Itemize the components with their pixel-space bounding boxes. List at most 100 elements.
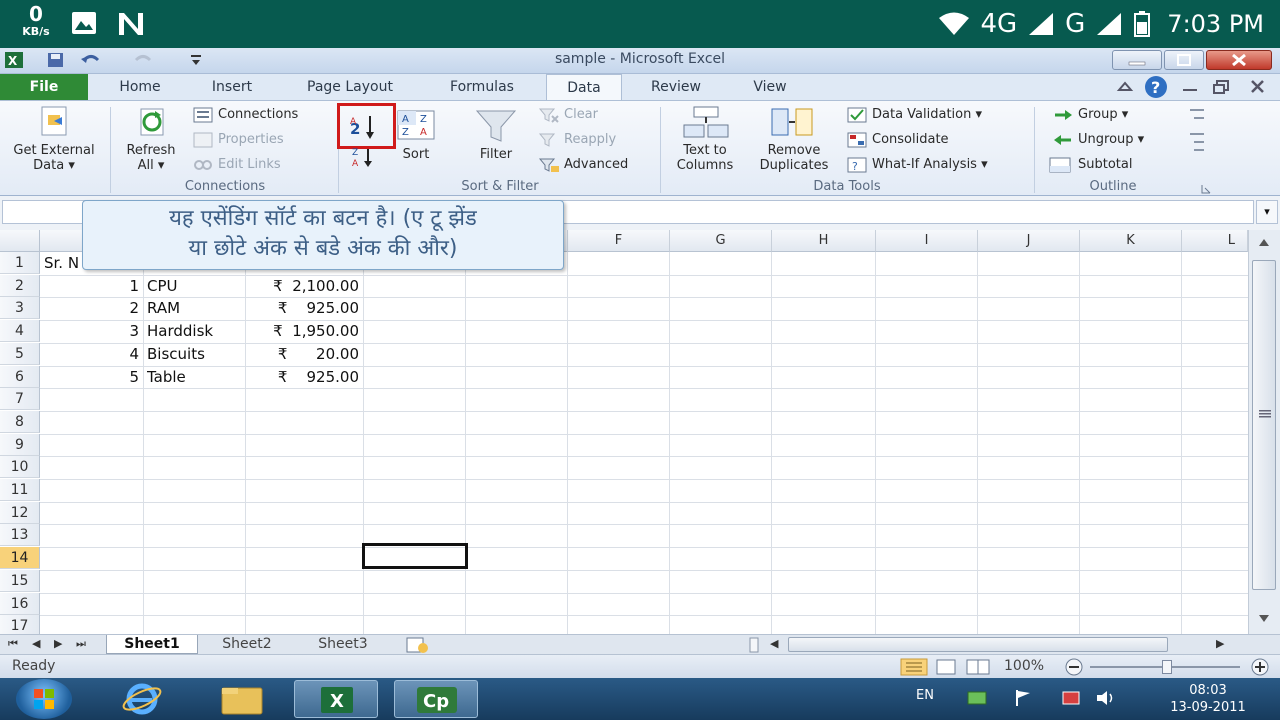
column-header-i[interactable]: I — [876, 230, 978, 252]
zoom-out-icon[interactable] — [1062, 657, 1086, 677]
vertical-scroll-thumb[interactable] — [1252, 260, 1276, 590]
advanced-button[interactable]: Advanced — [538, 155, 628, 175]
cell-price[interactable]: ₹ 1,950.00 — [246, 320, 363, 342]
collapse-ribbon-icon[interactable] — [1116, 78, 1134, 96]
row-header[interactable]: 11 — [0, 479, 40, 501]
tab-data[interactable]: Data — [546, 74, 622, 101]
cell-sr[interactable]: 4 — [40, 343, 143, 365]
refresh-all-button[interactable]: Refresh All ▾ — [116, 105, 186, 173]
outline-settings-icon[interactable] — [1184, 105, 1208, 175]
ungroup-button[interactable]: Ungroup ▾ — [1052, 130, 1144, 150]
tab-file[interactable]: File — [0, 74, 88, 100]
row-header[interactable]: 17 — [0, 615, 40, 634]
remove-duplicates-button[interactable]: Remove Duplicates — [750, 105, 838, 173]
filter-button[interactable]: Filter — [466, 107, 526, 162]
tab-home[interactable]: Home — [104, 74, 176, 100]
sort-ascending-button[interactable]: 2A — [337, 103, 396, 149]
doc-restore-icon[interactable] — [1212, 78, 1232, 96]
text-to-columns-button[interactable]: Text to Columns — [666, 105, 744, 173]
row-header[interactable]: 2 — [0, 274, 40, 297]
zoom-in-icon[interactable] — [1248, 657, 1272, 677]
zoom-slider-thumb[interactable] — [1162, 660, 1172, 674]
row-header[interactable]: 12 — [0, 501, 40, 524]
tab-review[interactable]: Review — [636, 74, 716, 100]
language-indicator[interactable]: EN — [916, 688, 934, 703]
row-header[interactable]: 4 — [0, 320, 40, 343]
cell-sr[interactable]: 5 — [40, 366, 143, 388]
select-all-corner[interactable] — [0, 230, 40, 252]
data-validation-button[interactable]: Data Validation ▾ — [846, 105, 982, 125]
cell-sr[interactable]: 1 — [40, 275, 143, 297]
column-header-f[interactable]: F — [568, 230, 670, 252]
cell-item[interactable]: CPU — [147, 275, 245, 297]
cell-price[interactable]: ₹ 2,100.00 — [246, 275, 363, 297]
page-layout-view-icon[interactable] — [932, 658, 960, 676]
row-header[interactable]: 1 — [0, 252, 40, 274]
horizontal-scroll-thumb[interactable] — [788, 637, 1168, 652]
cell-item[interactable]: Harddisk — [147, 320, 245, 342]
row-header[interactable]: 9 — [0, 433, 40, 456]
network-tray-icon[interactable] — [966, 688, 988, 708]
tab-page-layout[interactable]: Page Layout — [290, 74, 410, 100]
cell-price[interactable]: ₹ 925.00 — [246, 297, 363, 319]
cell-sr[interactable]: 3 — [40, 320, 143, 342]
close-button[interactable] — [1206, 50, 1272, 70]
row-header[interactable]: 15 — [0, 569, 40, 592]
scroll-left-icon[interactable]: ◀ — [770, 637, 778, 650]
taskbar-excel[interactable]: X — [294, 680, 378, 718]
connections-button[interactable]: Connections — [192, 105, 298, 125]
what-if-analysis-button[interactable]: ? What-If Analysis ▾ — [846, 155, 988, 175]
scroll-down-icon[interactable] — [1257, 612, 1271, 624]
tab-formulas[interactable]: Formulas — [430, 74, 534, 100]
row-header[interactable]: 3 — [0, 297, 40, 320]
help-icon[interactable]: ? — [1144, 75, 1168, 99]
normal-view-icon[interactable] — [900, 658, 928, 676]
device-tray-icon[interactable] — [1060, 688, 1082, 708]
edit-links-button[interactable]: Edit Links — [192, 155, 281, 175]
row-header[interactable]: 5 — [0, 342, 40, 365]
properties-button[interactable]: Properties — [192, 130, 284, 150]
column-header-h[interactable]: H — [772, 230, 876, 252]
column-header-g[interactable]: G — [670, 230, 772, 252]
cell-price[interactable]: ₹ 925.00 — [246, 366, 363, 388]
taskbar-clock[interactable]: 08:03 13-09-2011 — [1168, 682, 1248, 716]
cell-a1[interactable]: Sr. N — [44, 252, 84, 274]
scroll-right-icon[interactable]: ▶ — [1216, 637, 1224, 650]
action-center-flag-icon[interactable] — [1012, 688, 1034, 708]
restore-button[interactable] — [1164, 50, 1204, 70]
scroll-up-icon[interactable] — [1257, 236, 1271, 248]
tab-view[interactable]: View — [734, 74, 806, 100]
row-header[interactable]: 7 — [0, 388, 40, 411]
clear-button[interactable]: Clear — [538, 105, 598, 125]
page-break-view-icon[interactable] — [964, 658, 992, 676]
first-sheet-icon[interactable]: ⏮ — [8, 637, 18, 651]
group-button[interactable]: Group ▾ — [1052, 105, 1128, 125]
active-cell-d14[interactable] — [362, 543, 468, 569]
next-sheet-icon[interactable]: ▶ — [54, 637, 62, 650]
dialog-launcher-icon[interactable] — [1200, 183, 1212, 195]
vertical-scrollbar[interactable] — [1248, 230, 1280, 634]
consolidate-button[interactable]: Consolidate — [846, 130, 949, 150]
row-header[interactable]: 16 — [0, 592, 40, 615]
taskbar-explorer[interactable] — [200, 680, 284, 718]
minimize-button[interactable] — [1112, 50, 1162, 70]
taskbar-ie[interactable] — [100, 680, 184, 718]
start-button[interactable] — [16, 679, 72, 719]
column-header-k[interactable]: K — [1080, 230, 1182, 252]
worksheet-grid[interactable]: F G H I J K L 1 2 3 4 5 6 7 8 9 10 11 12… — [0, 230, 1248, 634]
taskbar-cp[interactable]: Cp — [394, 680, 478, 718]
column-header-j[interactable]: J — [978, 230, 1080, 252]
row-header[interactable]: 6 — [0, 365, 40, 388]
cell-price[interactable]: ₹ 20.00 — [246, 343, 363, 365]
sheet-tab-sheet1[interactable]: Sheet1 — [106, 635, 198, 654]
get-external-data-button[interactable]: Get External Data ▾ — [2, 105, 106, 173]
doc-minimize-icon[interactable] — [1180, 78, 1200, 96]
zoom-level[interactable]: 100% — [1004, 658, 1044, 674]
cell-sr[interactable]: 2 — [40, 297, 143, 319]
tab-insert[interactable]: Insert — [196, 74, 268, 100]
expand-formula-bar-button[interactable]: ▾ — [1256, 200, 1278, 224]
cell-item[interactable]: Biscuits — [147, 343, 245, 365]
subtotal-button[interactable]: Subtotal — [1048, 155, 1132, 175]
sheet-tab-sheet3[interactable]: Sheet3 — [298, 635, 388, 654]
row-header[interactable]: 10 — [0, 456, 40, 479]
